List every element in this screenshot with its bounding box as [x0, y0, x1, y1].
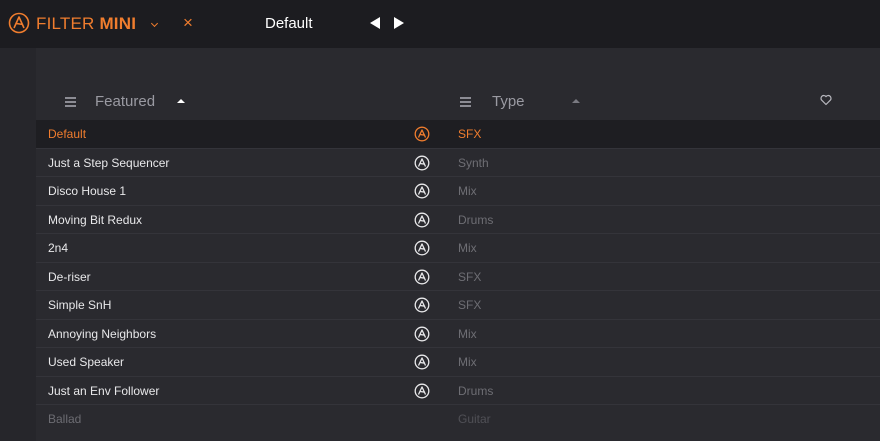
preset-type: Mix	[458, 355, 477, 369]
list-item[interactable]: Disco House 1 Mix	[36, 177, 880, 206]
top-toolbar: FILTER MINI × Default	[0, 0, 880, 48]
list-item[interactable]: 2n4 Mix	[36, 234, 880, 263]
arturia-logo-icon	[414, 326, 430, 341]
preset-type: SFX	[458, 269, 482, 284]
list-item[interactable]: Just an Env Follower Drums	[36, 377, 880, 405]
arturia-logo-icon	[414, 354, 430, 370]
featured-column-label[interactable]: Featured	[95, 93, 155, 111]
preset-type: SFX	[458, 127, 482, 141]
preset-name: 2n4	[48, 241, 69, 255]
list-item[interactable]: Just a Step Sequencer Synth	[36, 149, 880, 177]
preset-type: SFX	[458, 298, 482, 312]
column-header: Featured Type	[36, 84, 880, 120]
preset-name: Just a Step Sequencer	[48, 155, 170, 170]
list-item[interactable]: Ballad Guitar	[36, 405, 880, 434]
heart-icon[interactable]	[820, 94, 832, 106]
preset-type: Mix	[458, 241, 477, 255]
preset-name: De-riser	[48, 269, 91, 284]
product-name[interactable]: FILTER MINI	[36, 14, 136, 34]
product-name-prefix: FILTER	[36, 14, 100, 33]
sort-up-icon[interactable]	[572, 99, 580, 103]
arturia-logo-icon[interactable]	[8, 12, 30, 34]
product-name-bold: MINI	[99, 14, 137, 33]
preset-list: Default SFX Just a Step Sequencer Synth …	[36, 120, 880, 434]
list-item[interactable]: De-riser SFX	[36, 263, 880, 291]
preset-type: Synth	[458, 155, 489, 170]
type-column-label[interactable]: Type	[492, 93, 525, 111]
preset-type: Drums	[458, 212, 494, 227]
preset-name: Ballad	[48, 412, 82, 426]
prev-arrow-icon[interactable]	[370, 17, 380, 29]
list-item[interactable]: Simple SnH SFX	[36, 291, 880, 320]
preset-name: Just an Env Follower	[48, 383, 160, 398]
hamburger-icon[interactable]	[460, 97, 471, 107]
list-item[interactable]: Default SFX	[36, 120, 880, 149]
left-sidebar	[0, 48, 36, 441]
arturia-logo-icon	[414, 212, 430, 227]
arturia-logo-icon	[414, 269, 430, 284]
preset-name: Annoying Neighbors	[48, 326, 157, 341]
arturia-logo-icon	[414, 297, 430, 313]
preset-name: Used Speaker	[48, 355, 125, 369]
arturia-logo-icon	[414, 240, 430, 256]
preset-name: Simple SnH	[48, 298, 112, 312]
preset-name: Default	[48, 127, 87, 141]
next-arrow-icon[interactable]	[394, 17, 404, 29]
hamburger-icon[interactable]	[65, 97, 76, 107]
arturia-logo-icon	[414, 126, 430, 142]
arturia-logo-icon	[414, 183, 430, 199]
preset-type: Mix	[458, 326, 477, 341]
close-button[interactable]: ×	[183, 13, 193, 33]
dropdown-chevron-icon[interactable]	[150, 19, 159, 28]
preset-type: Guitar	[458, 412, 491, 426]
preset-name: Disco House 1	[48, 184, 127, 198]
preset-type: Drums	[458, 383, 494, 398]
arturia-logo-icon	[414, 383, 430, 398]
current-preset-name[interactable]: Default	[265, 15, 313, 33]
list-item[interactable]: Annoying Neighbors Mix	[36, 320, 880, 348]
preset-name: Moving Bit Redux	[48, 212, 143, 227]
list-item[interactable]: Moving Bit Redux Drums	[36, 206, 880, 234]
arturia-logo-icon	[414, 155, 430, 170]
preset-type: Mix	[458, 184, 477, 198]
list-item[interactable]: Used Speaker Mix	[36, 348, 880, 377]
sort-up-icon[interactable]	[177, 99, 185, 103]
